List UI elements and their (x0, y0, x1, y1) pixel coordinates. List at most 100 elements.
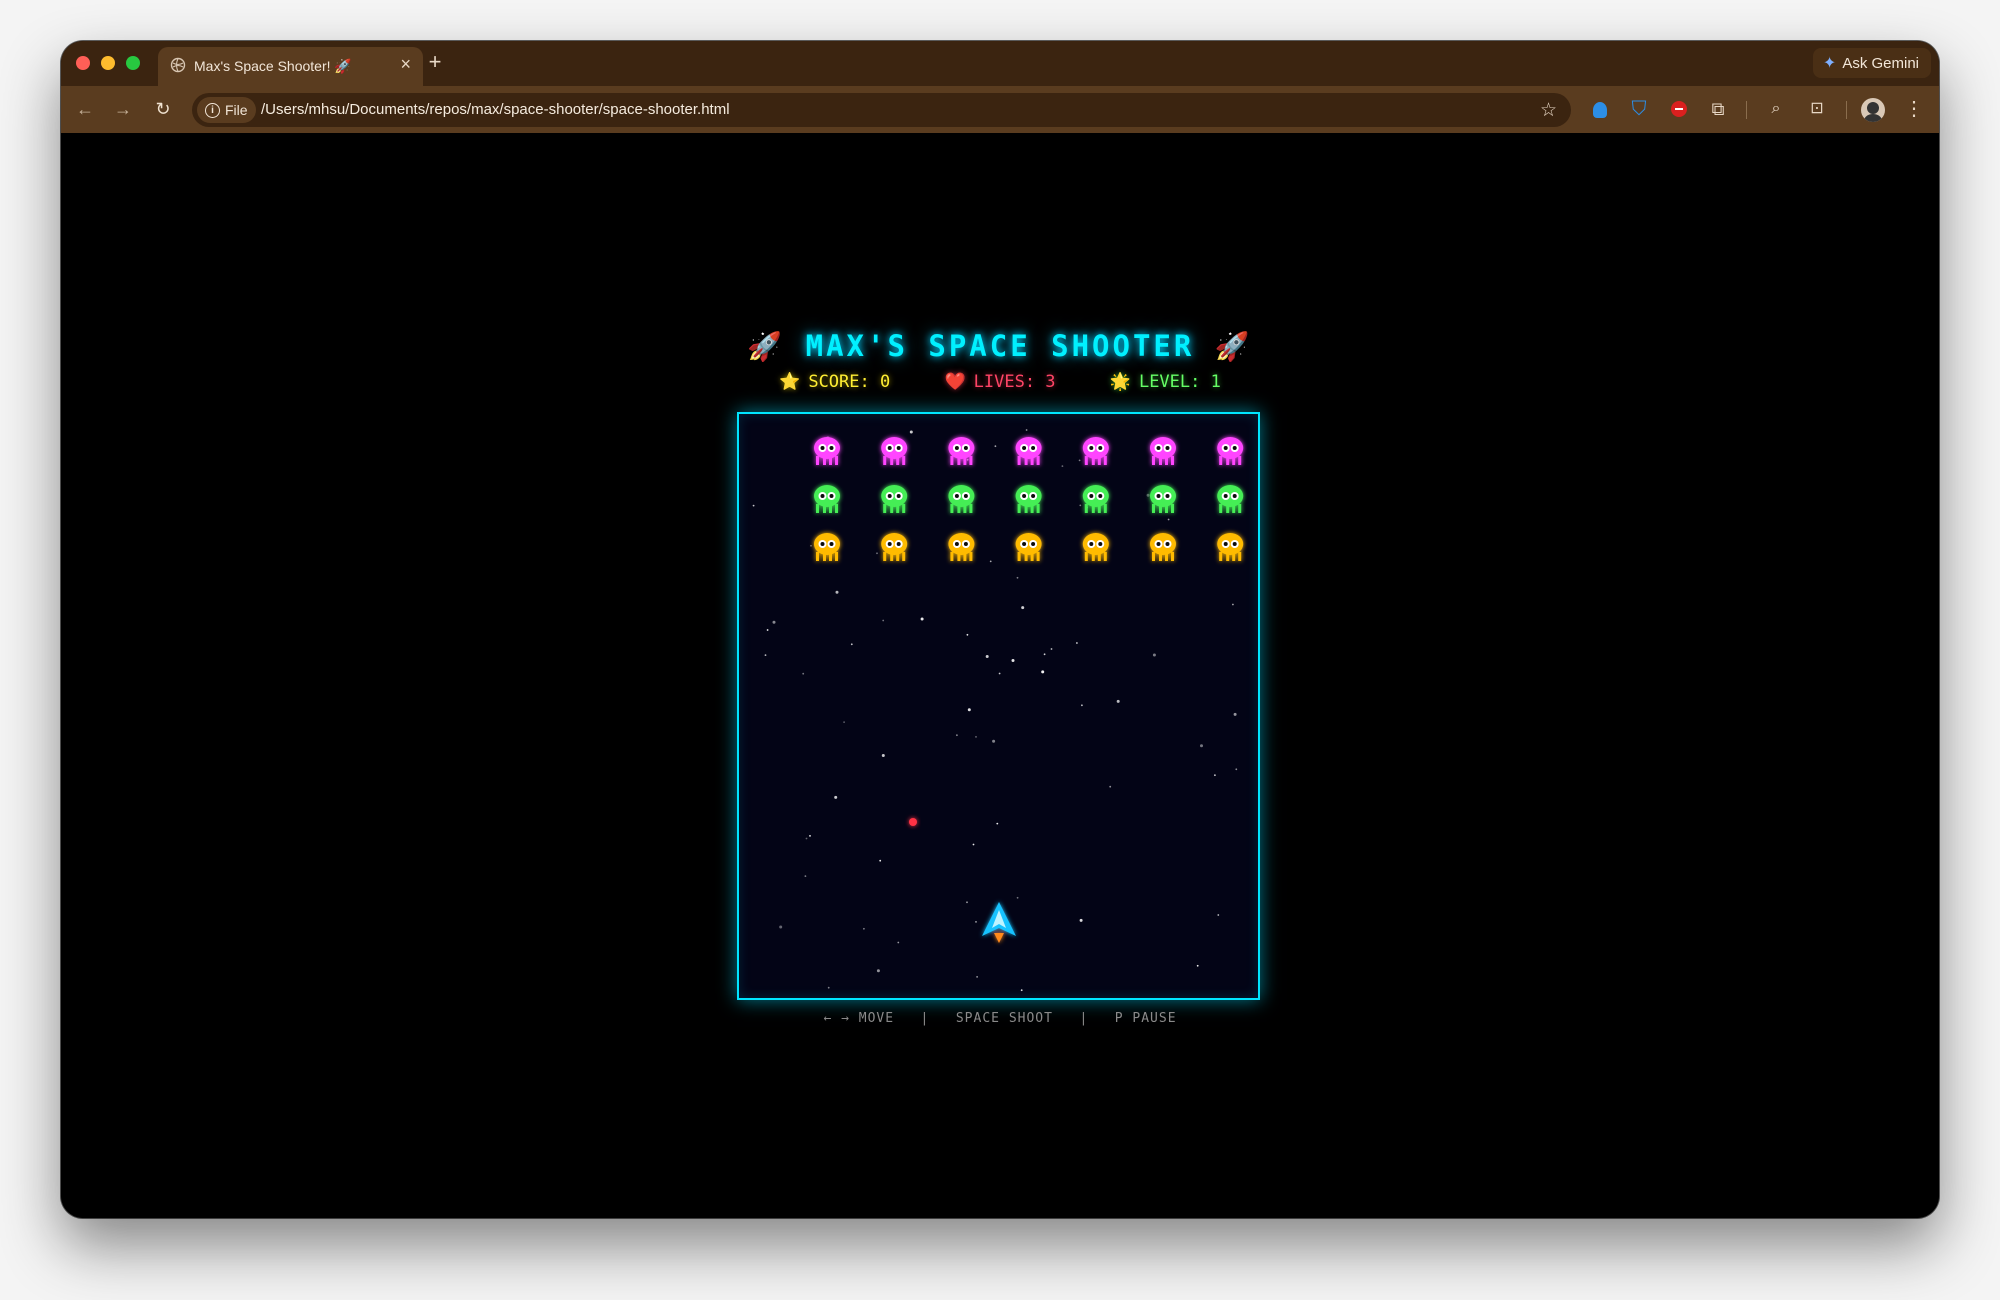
forward-arrow-icon[interactable]: → (111, 97, 135, 121)
ghost-extension-icon[interactable] (1593, 102, 1607, 118)
rocket-icon: 🚀 (747, 330, 786, 363)
level-display: 🌟 LEVEL: 1 (1110, 372, 1221, 392)
star (1200, 744, 1203, 748)
alien-invader (1150, 485, 1176, 513)
star (1235, 768, 1238, 771)
tab-search-icon[interactable]: ⌕ (1765, 98, 1787, 120)
star (1109, 785, 1112, 788)
alien-invader (1015, 485, 1042, 513)
star (996, 822, 999, 825)
star (972, 843, 975, 846)
star (835, 590, 839, 594)
star (1152, 653, 1156, 657)
block-extension-icon[interactable] (1668, 98, 1690, 120)
controls-pause: P PAUSE (1114, 1011, 1177, 1026)
star (863, 927, 865, 930)
star (966, 633, 969, 636)
browser-toolbar: ← → ↻ i File /Users/mhsu/Documents/repos… (61, 86, 1939, 133)
kebab-menu-icon[interactable]: ⋮ (1904, 97, 1924, 121)
tab-strip: Max's Space Shooter! 🚀 × + ✦ Ask Gemini (61, 41, 1939, 86)
controls-shoot: SPACE SHOOT (955, 1011, 1053, 1026)
alien-formation (814, 437, 1244, 561)
game-canvas[interactable] (737, 412, 1260, 1000)
bookmark-star-icon[interactable]: ☆ (1540, 99, 1557, 122)
gemini-sparkle-icon: ✦ (1822, 55, 1837, 72)
tab-close-icon[interactable]: × (400, 54, 411, 74)
star (1025, 429, 1028, 431)
score-text: SCORE: 0 (808, 372, 891, 392)
alien-invader (1082, 533, 1109, 561)
star (1146, 493, 1150, 497)
toolbar-divider (1746, 101, 1747, 119)
maximize-window-button[interactable] (126, 56, 140, 70)
alien-invader (814, 533, 840, 561)
cast-icon[interactable]: ⊡ (1806, 98, 1828, 120)
controls-separator: | (1079, 1011, 1089, 1026)
star (966, 901, 968, 904)
star (882, 619, 885, 622)
profile-avatar[interactable] (1861, 98, 1885, 122)
alien-invader (948, 437, 975, 465)
controls-hint: ← → MOVE | SPACE SHOOT | P PAUSE (61, 1011, 1939, 1026)
alien-invader (1082, 437, 1109, 465)
star (998, 672, 1001, 675)
alien-invader (1217, 485, 1244, 513)
alien-invader (1150, 437, 1176, 465)
heart-icon: ❤️ (944, 372, 966, 392)
close-window-button[interactable] (76, 56, 90, 70)
star (1016, 896, 1019, 899)
alien-invader (1217, 533, 1244, 561)
starfield (752, 429, 1238, 992)
star (1076, 642, 1078, 644)
url-text[interactable]: /Users/mhsu/Documents/repos/max/space-sh… (261, 101, 730, 118)
star (1233, 712, 1237, 716)
alien-invader (881, 533, 908, 561)
level-text: LEVEL: 1 (1138, 372, 1221, 392)
star (1167, 518, 1170, 521)
info-icon: i (205, 102, 220, 118)
enemy-bullet (909, 818, 917, 826)
puzzle-extensions-icon[interactable]: ⧉ (1707, 98, 1729, 120)
star (881, 754, 885, 757)
browser-window: Max's Space Shooter! 🚀 × + ✦ Ask Gemini … (61, 41, 1939, 1218)
new-tab-button[interactable]: + (421, 48, 449, 76)
alien-invader (1015, 533, 1042, 561)
glowing-star-icon: 🌟 (1109, 372, 1131, 392)
ask-gemini-button[interactable]: ✦ Ask Gemini (1812, 48, 1931, 78)
star (1196, 964, 1199, 967)
star (975, 736, 977, 738)
star (879, 859, 882, 862)
star (1214, 774, 1216, 777)
shield-extension-icon[interactable]: ⛉ (1628, 98, 1650, 120)
minimize-window-button[interactable] (101, 56, 115, 70)
address-bar[interactable]: i File /Users/mhsu/Documents/repos/max/s… (192, 93, 1571, 127)
star (1232, 603, 1234, 606)
alien-invader (881, 437, 908, 465)
star (976, 976, 978, 978)
alien-invader (948, 533, 975, 561)
star (802, 672, 805, 675)
star-icon: ⭐ (779, 372, 801, 392)
star (1021, 606, 1025, 610)
score-display: ⭐ SCORE: 0 (779, 372, 890, 392)
alien-invader (1217, 437, 1244, 465)
tab-space-shooter[interactable]: Max's Space Shooter! 🚀 × (158, 47, 423, 86)
back-arrow-icon[interactable]: ← (73, 97, 97, 121)
star (843, 721, 845, 723)
game-title-text: MAX'S SPACE SHOOTER (805, 329, 1195, 363)
star (764, 654, 767, 656)
globe-icon (170, 57, 186, 73)
file-chip-label: File (225, 102, 248, 118)
star (809, 835, 811, 837)
alien-invader (1150, 533, 1176, 561)
star (1081, 704, 1083, 707)
star (1050, 648, 1053, 650)
star (1217, 914, 1220, 916)
reload-icon[interactable]: ↻ (151, 97, 175, 121)
star (876, 552, 878, 555)
star (956, 734, 958, 737)
player-ship (982, 902, 1016, 943)
star (1043, 653, 1046, 656)
star (1016, 576, 1019, 579)
site-info-chip[interactable]: i File (197, 97, 256, 123)
